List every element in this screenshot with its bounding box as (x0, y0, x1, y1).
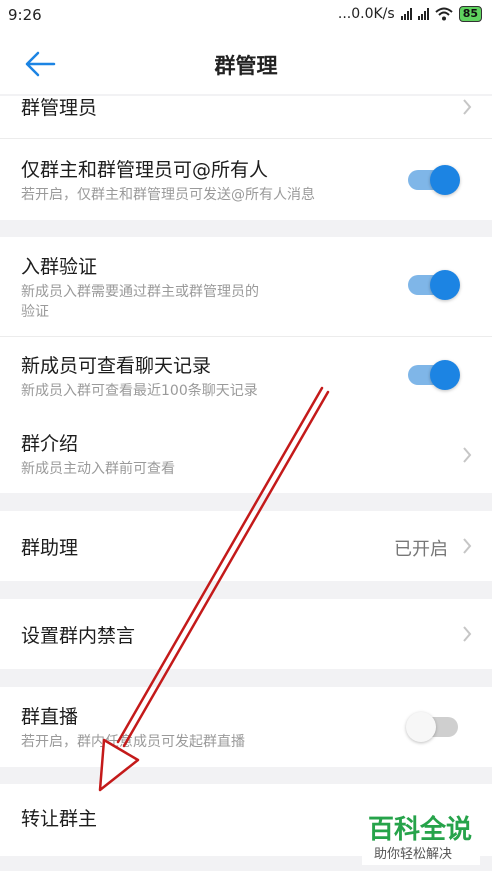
row-admins[interactable]: 群管理员 (0, 96, 492, 136)
chevron-right-icon (463, 99, 472, 115)
row-at-all-label: 仅群主和群管理员可@所有人 (21, 159, 269, 181)
chevron-right-icon (463, 626, 472, 642)
section-mute[interactable]: 设置群内禁言 (0, 599, 492, 669)
watermark-logo: 百科全说 助你轻松解决 (362, 805, 480, 865)
status-time: 9:26 (8, 6, 42, 24)
watermark-subtitle: 助你轻松解决 (374, 847, 453, 862)
row-verify-desc-line2: 验证 (21, 304, 49, 320)
row-transfer-label: 转让群主 (21, 808, 98, 830)
row-history-label: 新成员可查看聊天记录 (21, 355, 212, 377)
verify-toggle[interactable] (408, 270, 460, 300)
row-intro[interactable]: 群介绍 新成员主动入群前可查看 (0, 411, 492, 493)
toggle-knob (430, 360, 460, 390)
nav-header: 群管理 (0, 32, 492, 94)
row-intro-desc: 新成员主动入群前可查看 (21, 461, 175, 477)
row-verify: 入群验证 新成员入群需要通过群主或群管理员的 验证 (0, 237, 492, 336)
row-mute-label: 设置群内禁言 (21, 625, 136, 647)
chevron-right-icon (463, 447, 472, 463)
status-bar: 9:26 ...0.0K/s 85 (0, 0, 492, 32)
row-at-all: 仅群主和群管理员可@所有人 若开启，仅群主和群管理员可发送@所有人消息 (0, 139, 492, 220)
row-assistant-label: 群助理 (21, 537, 79, 559)
row-verify-desc-line1: 新成员入群需要通过群主或群管理员的 (21, 284, 259, 300)
row-at-all-desc: 若开启，仅群主和群管理员可发送@所有人消息 (21, 187, 315, 203)
row-live-desc: 若开启，群内任意成员可发起群直播 (21, 734, 245, 750)
battery-icon: 85 (458, 6, 482, 22)
section-assistant[interactable]: 群助理 已开启 (0, 511, 492, 581)
row-verify-label: 入群验证 (21, 256, 98, 278)
row-live-label: 群直播 (21, 706, 79, 728)
row-history: 新成员可查看聊天记录 新成员入群可查看最近100条聊天记录 (0, 337, 492, 411)
watermark-title: 百科全说 (368, 815, 473, 845)
row-history-desc: 新成员入群可查看最近100条聊天记录 (21, 383, 258, 399)
page-title: 群管理 (214, 54, 278, 78)
section-live: 群直播 若开启，群内任意成员可发起群直播 (0, 687, 492, 767)
history-toggle[interactable] (408, 360, 460, 390)
toggle-knob (430, 165, 460, 195)
signal-icon-2 (417, 8, 429, 20)
toggle-knob (406, 712, 436, 742)
network-speed: ...0.0K/s (337, 6, 395, 22)
status-indicators: ...0.0K/s 85 (338, 6, 482, 22)
row-assistant-value: 已开启 (394, 539, 448, 560)
section-admin: 群管理员 仅群主和群管理员可@所有人 若开启，仅群主和群管理员可发送@所有人消息 (0, 96, 492, 220)
at-all-toggle[interactable] (408, 165, 460, 195)
chevron-right-icon (463, 538, 472, 554)
toggle-knob (430, 270, 460, 300)
section-join: 入群验证 新成员入群需要通过群主或群管理员的 验证 新成员可查看聊天记录 新成员… (0, 237, 492, 493)
signal-icon (400, 8, 412, 20)
row-admins-label: 群管理员 (21, 97, 98, 119)
live-toggle[interactable] (406, 712, 458, 742)
wifi-icon (435, 7, 453, 21)
row-intro-label: 群介绍 (21, 433, 79, 455)
